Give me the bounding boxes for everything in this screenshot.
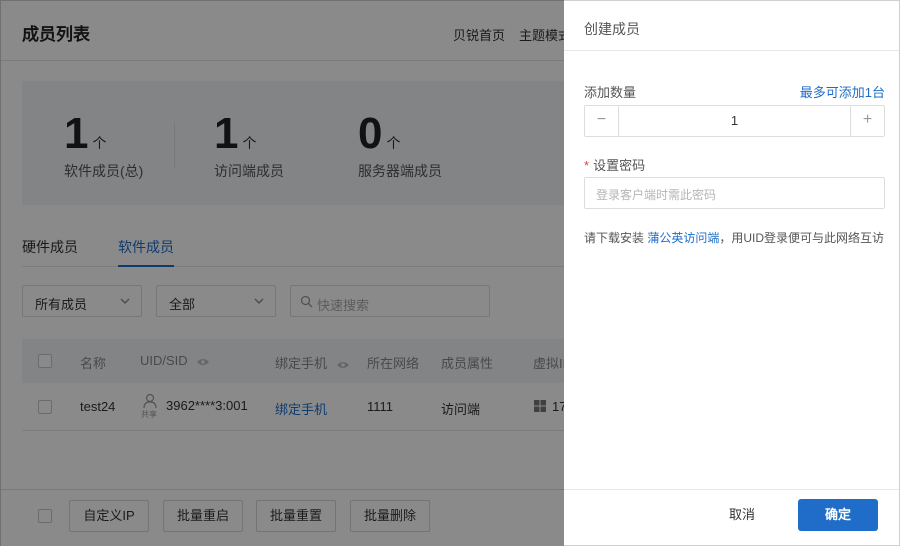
download-client-link[interactable]: 蒲公英访问端 — [647, 231, 719, 245]
password-label: 设置密码 — [593, 158, 646, 173]
quantity-value[interactable]: 1 — [619, 113, 850, 128]
decrement-button[interactable]: − — [585, 106, 619, 136]
cancel-button[interactable]: 取消 — [714, 499, 770, 531]
password-placeholder: 登录客户端时需此密码 — [596, 188, 717, 202]
confirm-button[interactable]: 确定 — [798, 499, 878, 531]
increment-button[interactable]: + — [850, 106, 884, 136]
quantity-label: 添加数量 — [584, 85, 637, 100]
create-member-drawer: 创建成员 添加数量 最多可添加1台 − 1 + * 设置密码 登录客户端时需此密码… — [564, 0, 900, 546]
required-marker: * — [584, 158, 590, 173]
quantity-limit-hint: 最多可添加1台 — [799, 85, 885, 100]
password-label-row: * 设置密码 — [584, 155, 645, 174]
download-note: 请下载安装 蒲公英访问端，用UID登录便可与此网络互访 — [584, 229, 884, 246]
drawer-header: 创建成员 — [564, 1, 899, 51]
quantity-stepper: − 1 + — [584, 105, 885, 137]
note-suffix: ，用UID登录便可与此网络互访 — [719, 231, 885, 245]
note-prefix: 请下载安装 — [584, 231, 648, 245]
drawer-title: 创建成员 — [584, 21, 640, 37]
password-input[interactable]: 登录客户端时需此密码 — [584, 177, 885, 209]
modal-overlay[interactable] — [0, 0, 564, 546]
drawer-footer: 取消 确定 — [564, 489, 899, 546]
